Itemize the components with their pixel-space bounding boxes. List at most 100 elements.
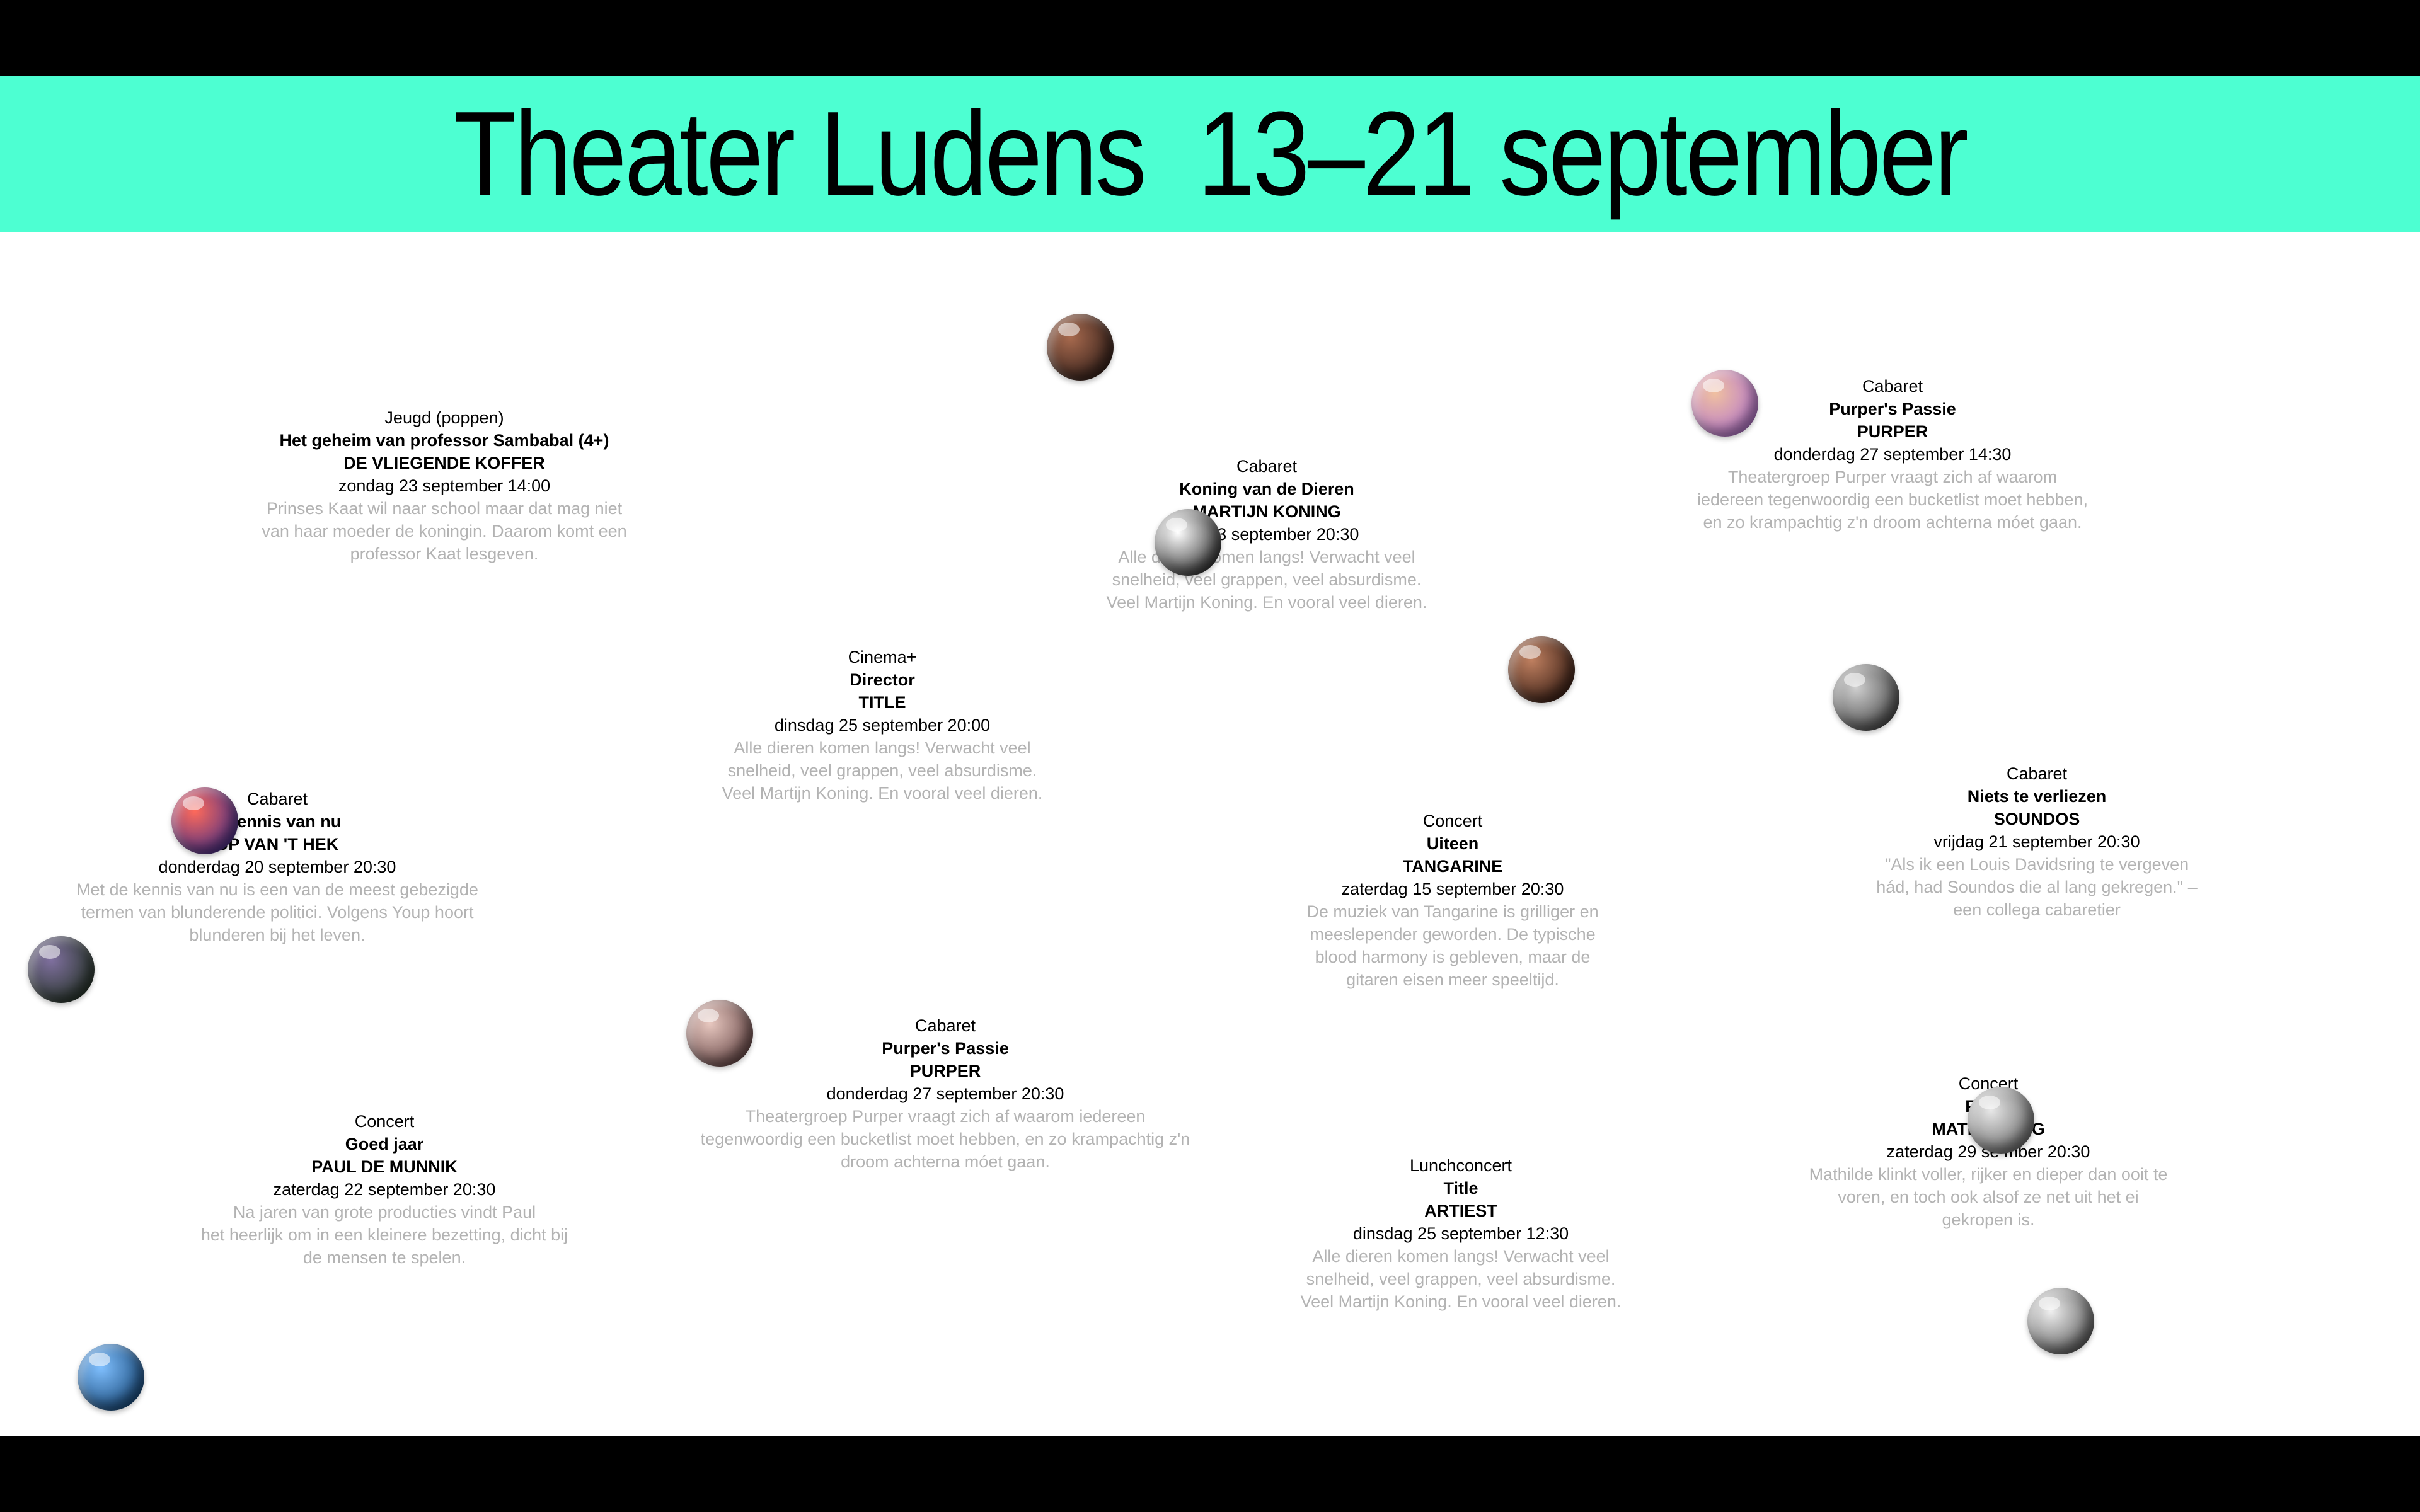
bubble-highlight [1519,645,1541,659]
event-date: donderdag 27 september 20:30 [826,1084,1064,1103]
event-description-line: droom achterna móet gaan. [841,1152,1050,1171]
portrait-bubble-6[interactable] [171,788,238,854]
bubble-highlight [2039,1297,2060,1310]
event-card[interactable]: Jeugd (poppen) Het geheim van professor S… [224,406,665,565]
event-description-line: Veel Martijn Koning. En vooral veel dier… [722,784,1043,803]
event-artist: TANGARINE [1402,857,1503,876]
event-card[interactable]: Cinema+ Director TITLE dinsdag 25 september… [655,646,1109,805]
event-description-line: blood harmony is gebleven, maar de [1315,948,1591,966]
event-description-line: voren, en toch ook alsof ze net uit het … [1838,1188,2139,1206]
event-artist: PURPER [909,1062,981,1080]
event-card[interactable]: Cabaret Niets te verliezen SOUNDOS vrijdag … [1816,762,2257,921]
portrait-bubble-9[interactable] [1968,1087,2034,1154]
event-description-line: Theatergroep Purper vraagt zich af waaro… [745,1107,1146,1126]
bubble-highlight [1703,379,1724,392]
event-description-line: het heerlijk om in een kleinere bezettin… [200,1225,568,1244]
page-title: Theater Ludens 13–21 september [453,87,1969,220]
letterbox-bottom [0,1436,2420,1512]
event-artist: MARTIJN KONING [1192,502,1341,521]
event-description-line: Na jaren van grote producties vindt Paul [233,1203,536,1222]
bubble-highlight [1058,323,1080,336]
event-date: zaterdag 22 september 20:30 [273,1180,496,1199]
event-card[interactable]: Lunchconcert Title ARTIEST dinsdag 25 septe… [1234,1154,1688,1313]
portrait-bubble-8[interactable] [686,1000,753,1067]
portrait-bubble-2[interactable] [1691,370,1758,437]
event-genre: Cinema+ [848,648,917,667]
bubble-highlight [39,945,60,959]
event-title: Uiteen [1426,834,1479,853]
event-genre: Concert [354,1112,415,1131]
event-description-line: professor Kaat lesgeven. [350,544,539,563]
event-card[interactable]: Cabaret Koning van de Dieren MARTIJN KONIN… [1040,455,1494,614]
event-artist: TITLE [858,693,906,712]
event-genre: Cabaret [2006,764,2068,783]
event-description-line: hád, had Soundos die al lang gekregen." … [1876,878,2198,896]
letterbox-top [0,0,2420,76]
bubble-highlight [698,1009,719,1022]
event-description-line: Prinses Kaat wil naar school maar dat ma… [266,499,623,518]
event-description-line: meeslepender geworden. De typische [1310,925,1596,944]
event-description-line: de mensen te spelen. [302,1248,466,1267]
portrait-bubble-3[interactable] [1155,509,1221,576]
event-description-line: Alle dieren komen langs! Verwacht veel [1118,547,1415,566]
event-description-line: De muziek van Tangarine is grilliger en [1306,902,1599,921]
bubble-highlight [89,1353,110,1366]
event-title: Niets te verliezen [1967,787,2107,806]
event-genre: Cabaret [1236,457,1298,476]
event-card[interactable]: Concert Uiteen TANGARINE zaterdag 15 septem… [1251,810,1654,991]
event-artist: ARTIEST [1424,1201,1497,1220]
event-title: Purper's Passie [882,1039,1009,1058]
poster-stage: Theater Ludens 13–21 september Jeugd (po… [0,76,2420,1436]
event-description-line: Veel Martijn Koning. En vooral veel dier… [1106,593,1427,612]
event-title: Het geheim van professor Sambabal (4+) [279,431,609,450]
portrait-bubble-5[interactable] [1833,664,1899,731]
event-date: dinsdag 25 september 12:30 [1352,1224,1569,1243]
event-description-line: Veel Martijn Koning. En vooral veel dier… [1300,1292,1622,1311]
event-title: Director [850,670,915,689]
event-date: zondag 23 september 14:00 [338,476,551,495]
event-date: dag 13 september 20:30 [1174,525,1359,544]
event-genre: Lunchconcert [1409,1156,1512,1175]
event-genre: Cabaret [246,789,308,808]
event-description-line: Theatergroep Purper vraagt zich af waaro… [1727,467,2058,486]
header-banner: Theater Ludens 13–21 september [0,76,2420,232]
event-description-line: snelheid, veel grappen, veel absurdisme. [1306,1269,1616,1288]
event-card[interactable]: Concert Goed jaar PAUL DE MUNNIK zaterdag 2… [158,1110,611,1269]
portrait-bubble-7[interactable] [28,936,95,1003]
portrait-bubble-11[interactable] [78,1344,144,1411]
event-description-line: gitaren eisen meer speeltijd. [1346,970,1559,989]
event-description-line: "Als ik een Louis Davidsring te vergeven [1884,855,2189,874]
bubble-highlight [1844,673,1865,687]
event-genre: Jeugd (poppen) [384,408,504,427]
event-date: zaterdag 15 september 20:30 [1341,879,1564,898]
event-genre: Concert [1422,811,1483,830]
event-description-line: snelheid, veel grappen, veel absurdisme. [1112,570,1422,589]
event-card[interactable]: Cabaret e kennis van nu UP VAN 'T HEK donde… [38,788,517,946]
bubble-highlight [1979,1096,2000,1109]
event-artist: UP VAN 'T HEK [216,835,339,854]
event-title: e kennis van nu [213,812,342,831]
event-description-line: iedereen tegenwoordig een bucketlist moe… [1697,490,2088,509]
event-description-line: een collega cabaretier [1953,900,2121,919]
event-artist: SOUNDOS [1993,810,2080,828]
event-date: donderdag 27 september 14:30 [1773,445,2012,464]
event-description-line: termen van blunderende politici. Volgens… [81,903,474,922]
event-description-line: Alle dieren komen langs! Verwacht veel [1312,1247,1610,1266]
event-genre: Cabaret [914,1016,976,1035]
event-date: dinsdag 25 september 20:00 [774,716,991,735]
event-title: Goed jaar [345,1135,424,1154]
portrait-bubble-4[interactable] [1508,636,1575,703]
portrait-bubble-1[interactable] [1047,314,1114,381]
portrait-bubble-10[interactable] [2027,1288,2094,1354]
event-artist: DE VLIEGENDE KOFFER [343,454,545,472]
event-description-line: Alle dieren komen langs! Verwacht veel [734,738,1031,757]
event-description-line: van haar moeder de koningin. Daarom komt… [262,522,627,541]
event-card[interactable]: Cabaret Purper's Passie PURPER donderdag 27… [674,1014,1216,1173]
event-description-line: Mathilde klinkt voller, rijker en dieper… [1809,1165,2168,1184]
event-description-line: snelheid, veel grappen, veel absurdisme. [727,761,1037,780]
event-description-line: en zo krampachtig z'n droom achterna móe… [1703,513,2082,532]
bubble-highlight [1166,518,1187,532]
bubble-highlight [183,796,204,810]
event-description-line: tegenwoordig een bucketlist moet hebben,… [700,1130,1190,1148]
event-title: Title [1443,1179,1478,1198]
